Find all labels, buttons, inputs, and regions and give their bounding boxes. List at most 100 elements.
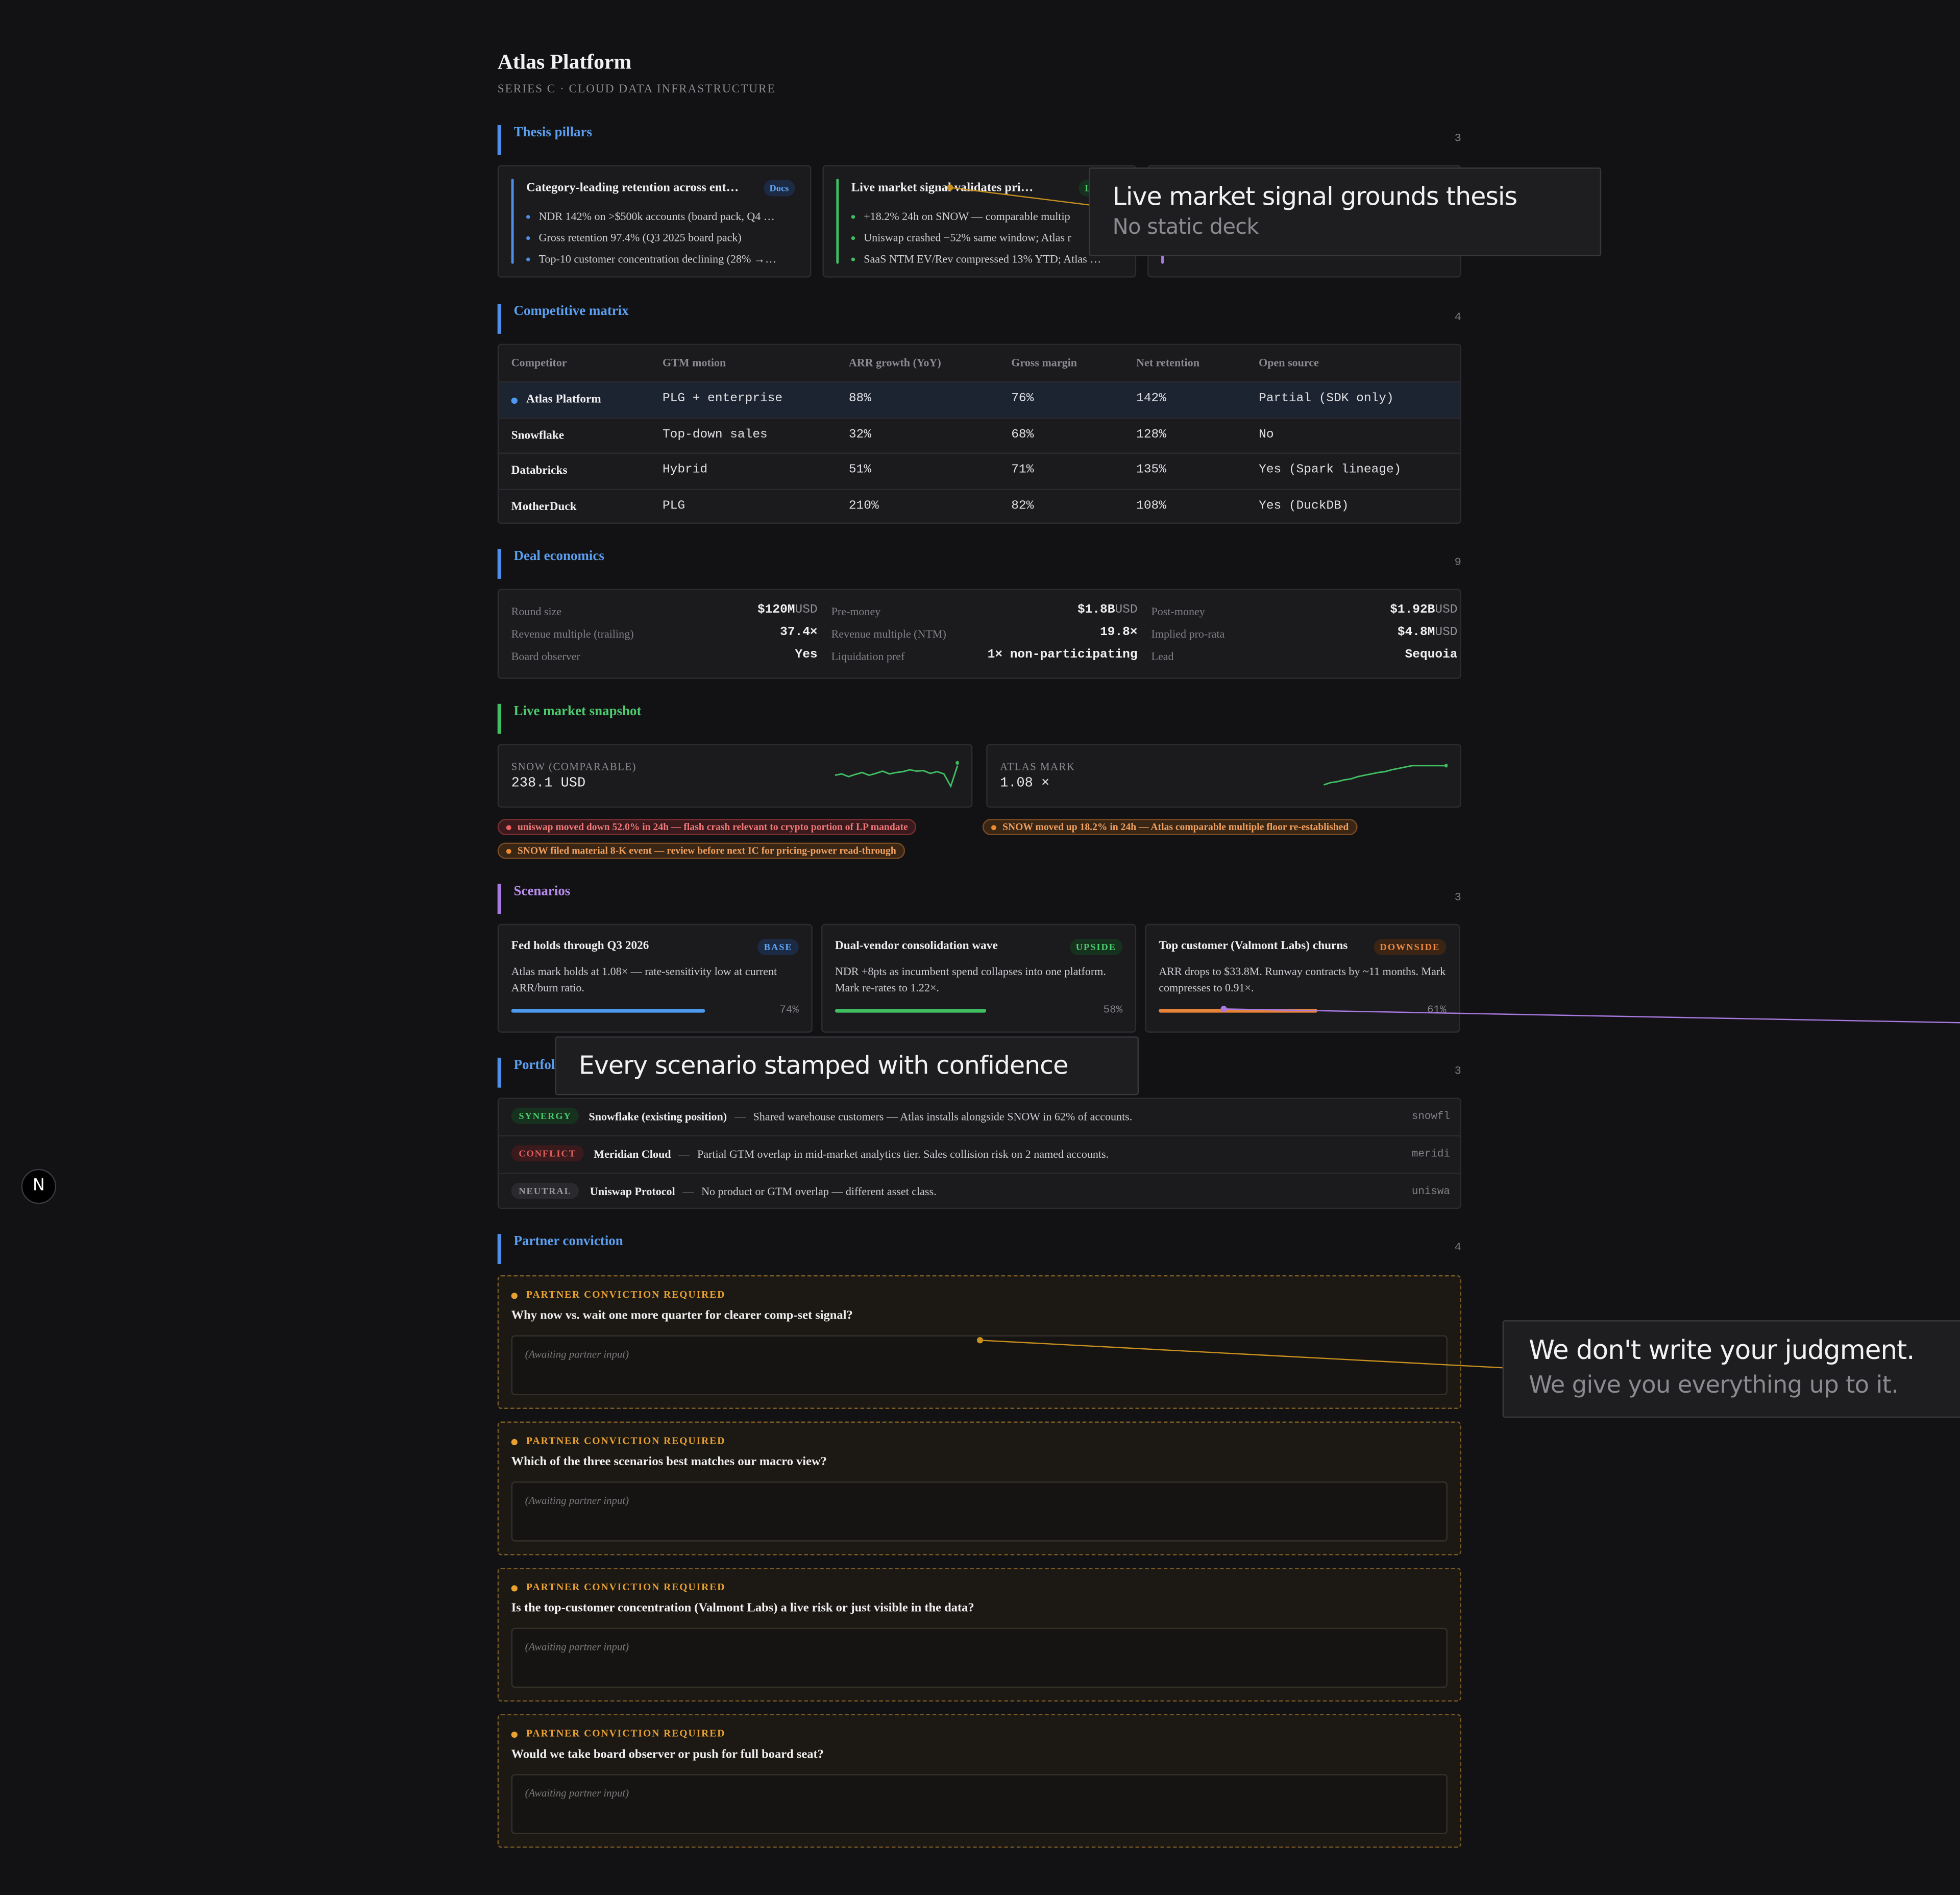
conviction-header: PARTNER CONVICTION REQUIRED (526, 1289, 726, 1300)
callout-heading: Every scenario stamped with confidence (578, 1050, 1068, 1080)
pillar-accent-bar (511, 179, 514, 264)
economics-value: 1× non-participating (988, 649, 1138, 663)
economics-value: Yes (795, 649, 818, 663)
thesis-pillar-card[interactable]: Category-leading retention across ent… Do… (497, 165, 812, 278)
pillar-bullet: NDR 142% on >$500k accounts (board pack,… (526, 206, 799, 228)
scenario-description: Atlas mark holds at 1.08× — rate-sensiti… (511, 965, 777, 994)
column-header: ARR growth (YoY) (848, 356, 941, 369)
pillar-title: Live market signal validates pri… (851, 181, 1034, 196)
economics-value-number: $1.8B (1077, 603, 1115, 618)
economics-unit: USD (1435, 626, 1458, 640)
economics-value-number: Sequoia (1405, 649, 1458, 663)
ticker-label: SNOW (COMPARABLE) (511, 760, 636, 773)
conviction-question: Which of the three scenarios best matche… (511, 1455, 827, 1469)
required-dot-icon (511, 1293, 518, 1299)
economics-label: Lead (1151, 650, 1174, 663)
callout-heading: Live market signal grounds thesis (1112, 181, 1517, 211)
callout-sub: We give you everything up to it. (1529, 1371, 1899, 1399)
market-ticker-card[interactable]: ATLAS MARK 1.08 × (986, 744, 1461, 808)
table-row[interactable]: Snowflake Top-down sales 32% 68% 128% No (499, 417, 1460, 453)
portfolio-row[interactable]: CONFLICT Meridian Cloud — Partial GTM overl… (499, 1135, 1460, 1173)
sparkline (835, 761, 959, 788)
section-label: Thesis pillars (513, 125, 592, 140)
economics-unit: USD (795, 603, 818, 618)
scenario-title: Dual-vendor consolidation wave (835, 940, 998, 953)
competitor-name: MotherDuck (511, 501, 577, 514)
table-cell: 210% (848, 500, 879, 514)
separator: — (678, 1148, 690, 1161)
partner-input-field[interactable]: (Awaiting partner input) (511, 1627, 1448, 1688)
section-thesis: Thesis pillars 3 (497, 125, 1461, 155)
input-placeholder: (Awaiting partner input) (525, 1786, 629, 1800)
app-logo[interactable]: N (21, 1169, 57, 1204)
economics-value: 19.8× (1100, 626, 1138, 640)
portfolio-overlap-list: SYNERGY Snowflake (existing position) — Sha… (497, 1098, 1461, 1209)
section-label: Scenarios (513, 884, 571, 899)
table-row[interactable]: Atlas Platform PLG + enterprise 88% 76% 142%… (499, 381, 1460, 418)
partner-input-field[interactable]: (Awaiting partner input) (511, 1481, 1448, 1542)
section-count: 3 (1454, 132, 1461, 145)
section-label: Portfol (513, 1057, 555, 1073)
economics-value-number: 19.8× (1100, 626, 1138, 640)
separator: — (682, 1184, 694, 1198)
economics-value: $4.8MUSD (1398, 626, 1458, 640)
page-title: Atlas Platform (497, 50, 632, 74)
table-row[interactable]: Databricks Hybrid 51% 71% 135% Yes (Spark lin… (499, 452, 1460, 489)
table-cell: 108% (1136, 500, 1166, 514)
partner-input-field[interactable]: (Awaiting partner input) (511, 1774, 1448, 1834)
portfolio-company: Snowflake (existing position) (589, 1110, 727, 1123)
competitive-matrix-table: Competitor GTM motion ARR growth (YoY) Gros… (497, 344, 1461, 524)
economics-label: Pre-money (831, 605, 881, 618)
pillar-bullets: +18.2% 24h on SNOW — comparable multip Un… (851, 206, 1124, 270)
portfolio-row[interactable]: SYNERGY Snowflake (existing position) — Sha… (499, 1099, 1460, 1135)
callout-sub: No static deck (1112, 215, 1259, 240)
conviction-card: PARTNER CONVICTION REQUIRED Would we take… (497, 1714, 1461, 1848)
conviction-question: Why now vs. wait one more quarter for cl… (511, 1309, 853, 1323)
confidence-bar (1159, 1009, 1409, 1013)
scenario-badge: UPSIDE (1069, 939, 1123, 956)
highlight-dot-icon (511, 397, 518, 404)
partner-input-field[interactable]: (Awaiting partner input) (511, 1335, 1448, 1396)
section-count: 4 (1454, 1241, 1461, 1254)
pillar-bullet: Uniswap crashed −52% same window; Atlas … (851, 228, 1124, 249)
conviction-header: PARTNER CONVICTION REQUIRED (526, 1581, 726, 1593)
table-row[interactable]: MotherDuck PLG 210% 82% 108% Yes (DuckDB) (499, 489, 1460, 523)
column-header: Competitor (511, 356, 567, 369)
economics-label: Revenue multiple (NTM) (831, 627, 946, 640)
column-header: Gross margin (1011, 356, 1077, 369)
scenario-card[interactable]: Fed holds through Q3 2026 BASE Atlas mark … (497, 924, 813, 1033)
economics-value: $1.92BUSD (1390, 604, 1457, 618)
callout-scenario: Every scenario stamped with confidence (555, 1036, 1139, 1096)
economics-label: Implied pro-rata (1151, 627, 1225, 640)
market-alert-chip[interactable]: SNOW moved up 18.2% in 24h — Atlas compa… (982, 819, 1358, 835)
market-alert-chip[interactable]: uniswap moved down 52.0% in 24h — flash … (497, 819, 917, 835)
portfolio-code: snowfl (1411, 1110, 1450, 1123)
table-cell: 135% (1136, 464, 1166, 478)
pillar-bullet: Gross retention 97.4% (Q3 2025 board pac… (526, 228, 799, 249)
table-cell: 68% (1011, 428, 1034, 442)
market-alert-chip[interactable]: SNOW filed material 8-K event — review b… (497, 842, 905, 859)
competitor-name: Atlas Platform (526, 394, 601, 406)
scenario-title: Top customer (Valmont Labs) churns (1159, 940, 1348, 953)
table-cell: 128% (1136, 428, 1166, 442)
portfolio-text: Meridian Cloud — Partial GTM overlap in mi… (594, 1137, 1109, 1173)
confidence-percent: 61% (1427, 1004, 1447, 1017)
table-cell: PLG + enterprise (662, 392, 783, 406)
required-dot-icon (511, 1439, 518, 1446)
portfolio-text: Uniswap Protocol — No product or GTM overl… (590, 1174, 937, 1208)
scenario-card[interactable]: Dual-vendor consolidation wave UPSIDE NDR … (821, 924, 1137, 1033)
economics-value: $1.8BUSD (1077, 604, 1138, 618)
portfolio-row[interactable]: NEUTRAL Uniswap Protocol — No product or GT… (499, 1172, 1460, 1208)
separator: — (734, 1110, 746, 1123)
scenario-card[interactable]: Top customer (Valmont Labs) churns DOWNSI… (1145, 924, 1460, 1033)
section-scenarios: Scenarios 3 (497, 884, 1461, 914)
portfolio-description: Partial GTM overlap in mid-market analyt… (697, 1148, 1109, 1161)
market-ticker-card[interactable]: SNOW (COMPARABLE) 238.1 USD (497, 744, 973, 808)
overlap-badge: NEUTRAL (511, 1182, 579, 1199)
section-matrix: Competitive matrix 4 (497, 304, 1461, 334)
pillar-bullet: Top-10 customer concentration declining … (526, 249, 799, 270)
sparkline (1324, 764, 1448, 786)
pillar-bullets: NDR 142% on >$500k accounts (board pack,… (526, 206, 799, 270)
column-header: GTM motion (662, 356, 726, 369)
section-label: Deal economics (513, 549, 604, 564)
